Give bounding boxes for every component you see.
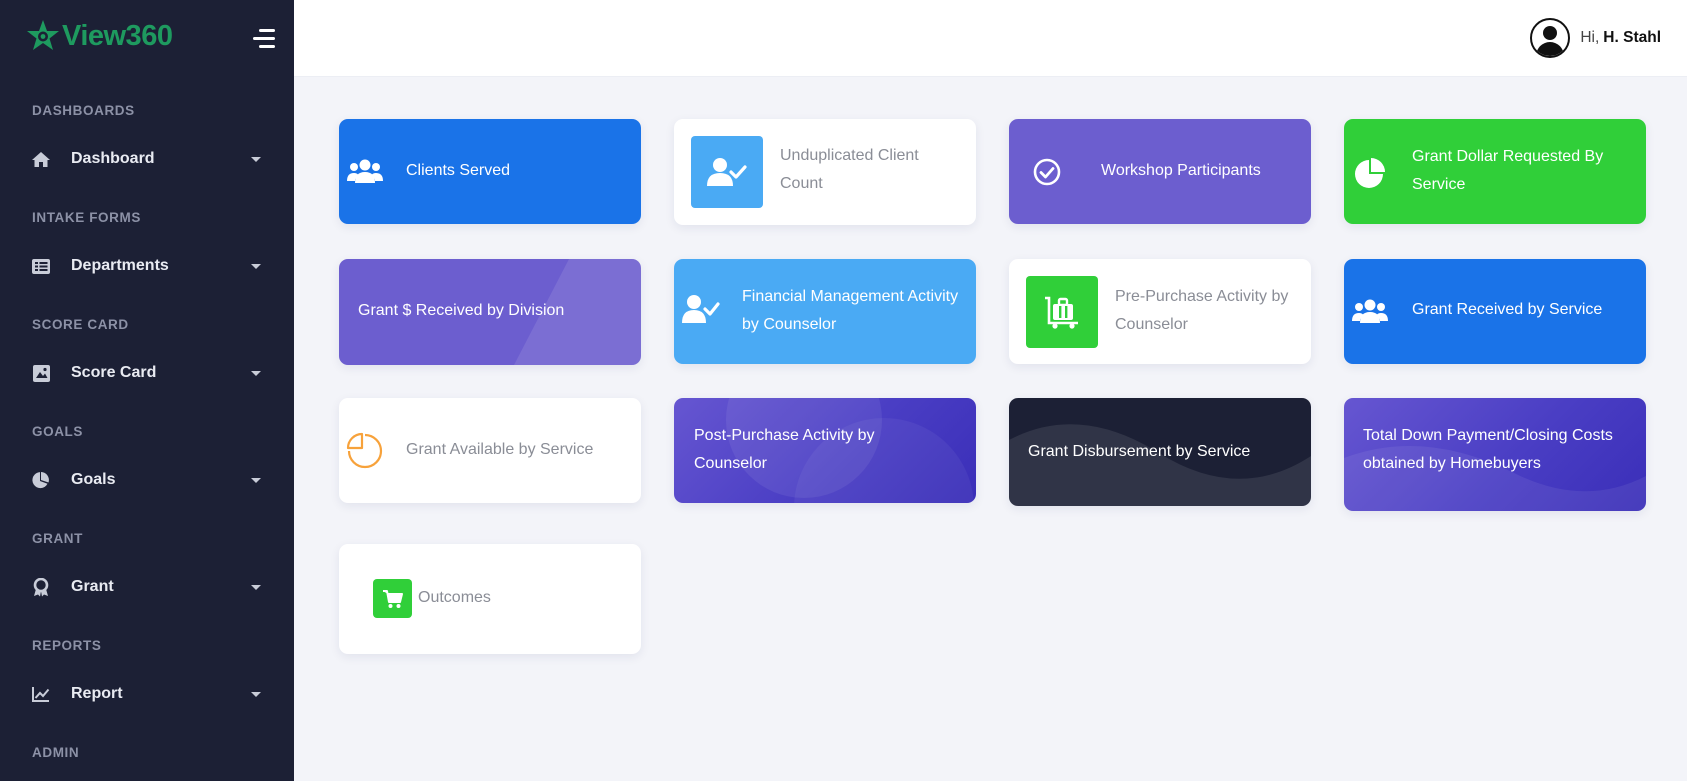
sidebar-item-grant[interactable]: Grant <box>0 567 294 607</box>
sidebar-item-label: Goals <box>71 471 116 488</box>
line-chart-icon <box>31 685 51 703</box>
sidebar-item-dashboard[interactable]: Dashboard <box>0 139 294 179</box>
home-icon <box>31 150 51 168</box>
chevron-down-icon <box>251 692 261 697</box>
sidebar-item-report[interactable]: Report <box>0 674 294 714</box>
shopping-cart-icon <box>382 589 403 608</box>
top-bar: Hi, H. Stahl <box>294 0 1687 77</box>
card-grant-disbursement-by-service[interactable]: Grant Disbursement by Service <box>1009 398 1311 506</box>
section-title-score-card: SCORE CARD <box>32 317 129 332</box>
section-title-intake-forms: INTAKE FORMS <box>32 210 141 225</box>
greeting: Hi, <box>1580 29 1600 46</box>
user-avatar-icon <box>1530 18 1571 58</box>
card-grant-received-by-division[interactable]: Grant $ Received by Division <box>339 259 641 365</box>
icon-box <box>373 579 412 618</box>
card-label: Workshop Participants <box>1101 162 1261 179</box>
users-icon <box>347 159 383 183</box>
hamburger-menu-icon[interactable] <box>249 28 275 48</box>
sidebar-item-label: Grant <box>71 578 114 595</box>
card-outcomes[interactable]: Outcomes <box>339 544 641 654</box>
card-label: Clients Served <box>406 162 511 179</box>
card-post-purchase-activity[interactable]: Post-Purchase Activity by Counselor <box>674 398 976 503</box>
chevron-down-icon <box>251 478 261 483</box>
sidebar: View360 DASHBOARDS Dashboard INTAKE FORM… <box>0 0 294 781</box>
section-title-admin: ADMIN <box>32 745 80 760</box>
card-grant-available-by-service[interactable]: Grant Available by Service <box>339 398 641 503</box>
card-label: Financial Management Activity by Counsel… <box>742 288 959 333</box>
user-check-icon <box>682 295 720 323</box>
icon-box <box>691 136 763 208</box>
sidebar-item-label: Departments <box>71 257 169 274</box>
card-label: Unduplicated Client Count <box>780 147 919 192</box>
card-label: Post-Purchase Activity by Counselor <box>694 427 875 472</box>
user-check-icon <box>707 158 747 186</box>
chevron-down-icon <box>251 371 261 376</box>
star-logo-icon <box>27 20 59 50</box>
icon-box <box>1026 276 1098 348</box>
card-label: Total Down Payment/Closing Costs obtaine… <box>1363 427 1613 472</box>
section-title-reports: REPORTS <box>32 638 102 653</box>
sidebar-item-score-card[interactable]: Score Card <box>0 353 294 393</box>
sidebar-item-goals[interactable]: Goals <box>0 460 294 500</box>
sidebar-item-departments[interactable]: Departments <box>0 246 294 286</box>
list-icon <box>31 257 51 275</box>
check-circle-icon <box>1033 158 1061 186</box>
card-total-down-payment[interactable]: Total Down Payment/Closing Costs obtaine… <box>1344 398 1646 511</box>
card-label: Pre-Purchase Activity by Counselor <box>1115 288 1289 333</box>
card-label: Grant Received by Service <box>1412 301 1603 318</box>
chevron-down-icon <box>251 264 261 269</box>
chevron-down-icon <box>251 157 261 162</box>
award-icon <box>31 577 51 596</box>
section-title-grant: GRANT <box>32 531 83 546</box>
card-financial-management-activity[interactable]: Financial Management Activity by Counsel… <box>674 259 976 364</box>
card-unduplicated-client-count[interactable]: Unduplicated Client Count <box>674 119 976 225</box>
card-label: Grant Disbursement by Service <box>1028 443 1251 460</box>
card-grant-dollar-requested[interactable]: Grant Dollar Requested By Service <box>1344 119 1646 224</box>
card-label: Grant Available by Service <box>406 441 594 458</box>
luggage-cart-icon <box>1045 296 1078 329</box>
chevron-down-icon <box>251 585 261 590</box>
pie-chart-icon <box>1355 158 1385 188</box>
section-title-dashboards: DASHBOARDS <box>32 103 135 118</box>
card-workshop-participants[interactable]: Workshop Participants <box>1009 119 1311 224</box>
card-grant-received-by-service[interactable]: Grant Received by Service <box>1344 259 1646 364</box>
pie-chart-outline-icon <box>346 432 383 469</box>
card-label: Grant Dollar Requested By Service <box>1412 148 1604 193</box>
card-label: Grant $ Received by Division <box>358 302 565 319</box>
sidebar-item-label: Dashboard <box>71 150 155 167</box>
sidebar-item-label: Report <box>71 685 123 702</box>
brand-name: View360 <box>62 19 173 52</box>
users-icon <box>1352 299 1388 323</box>
card-label: Outcomes <box>418 589 491 606</box>
section-title-goals: GOALS <box>32 424 84 439</box>
card-pre-purchase-activity[interactable]: Pre-Purchase Activity by Counselor <box>1009 259 1311 364</box>
user-menu[interactable]: Hi, H. Stahl <box>1530 17 1661 59</box>
pie-chart-icon <box>31 471 51 489</box>
card-clients-served[interactable]: Clients Served <box>339 119 641 224</box>
sidebar-item-label: Score Card <box>71 364 157 381</box>
image-icon <box>31 364 51 382</box>
user-name: H. Stahl <box>1603 29 1661 46</box>
brand[interactable]: View360 <box>26 16 173 56</box>
